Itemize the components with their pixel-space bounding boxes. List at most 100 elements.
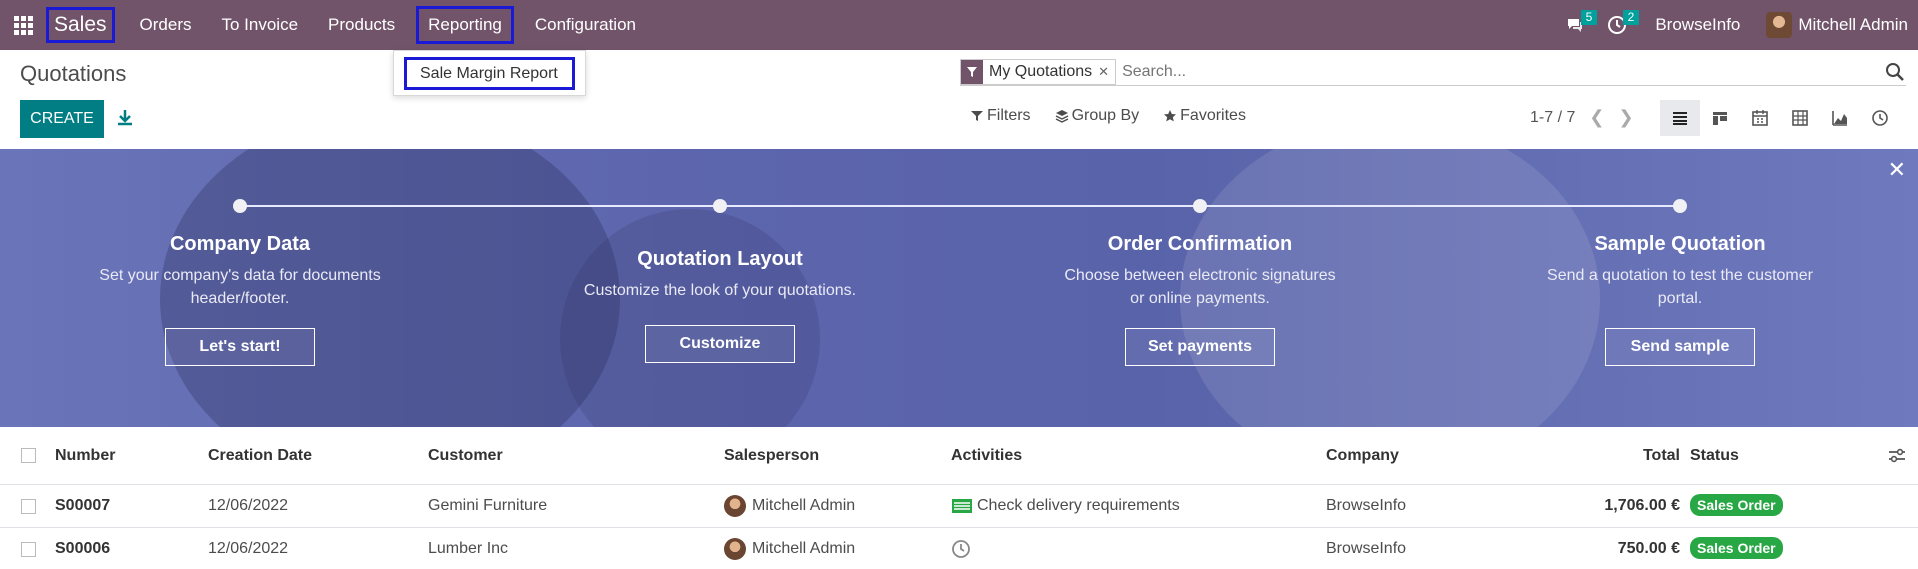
- page-title: Quotations: [20, 61, 127, 86]
- column-number[interactable]: Number: [55, 447, 115, 465]
- creation-date: 12/06/2022: [208, 540, 289, 557]
- activities-button[interactable]: 2: [1599, 0, 1640, 50]
- view-switcher: [1660, 100, 1900, 136]
- app-brand[interactable]: Sales: [46, 7, 115, 43]
- pivot-view-icon[interactable]: [1780, 100, 1820, 136]
- step-quotation-layout: Quotation Layout Customize the look of y…: [540, 248, 900, 302]
- salesperson-name: Mitchell Admin: [752, 540, 856, 557]
- facet-label: My Quotations: [989, 62, 1093, 80]
- row-checkbox[interactable]: [21, 498, 36, 514]
- step-text: Send a quotation to test the customer po…: [1547, 267, 1813, 307]
- row-checkbox[interactable]: [21, 541, 36, 557]
- star-icon: [1164, 110, 1177, 122]
- calendar-view-icon[interactable]: [1740, 100, 1780, 136]
- search-icon[interactable]: [1884, 61, 1906, 83]
- table-row[interactable]: S00007 12/06/2022 Gemini Furniture Mitch…: [0, 485, 1918, 528]
- pager-previous-icon[interactable]: ❮: [1589, 107, 1604, 128]
- column-total[interactable]: Total: [1643, 447, 1680, 465]
- activity-view-icon[interactable]: [1860, 100, 1900, 136]
- send-sample-button[interactable]: Send sample: [1605, 328, 1755, 366]
- filters-label: Filters: [987, 107, 1031, 124]
- step-title: Order Confirmation: [1107, 233, 1293, 255]
- step-order-confirmation: Order Confirmation Choose between electr…: [1020, 233, 1380, 310]
- step-company-data: Company Data Set your company's data for…: [60, 233, 420, 310]
- step-dot: [713, 199, 727, 213]
- user-avatar: [1766, 12, 1793, 38]
- table-header: Number Creation Date Customer Salesperso…: [0, 427, 1918, 485]
- activity-summary: Check delivery requirements: [977, 497, 1180, 514]
- column-activities[interactable]: Activities: [951, 447, 1022, 465]
- column-salesperson[interactable]: Salesperson: [724, 447, 819, 465]
- apps-menu-icon[interactable]: [0, 0, 46, 50]
- step-dot: [1673, 199, 1687, 213]
- favorites-label: Favorites: [1180, 107, 1246, 124]
- group-by-toggle[interactable]: Group By: [1055, 107, 1139, 125]
- company: BrowseInfo: [1326, 540, 1407, 557]
- truck-activity-icon: [952, 499, 972, 513]
- sale-margin-report-item[interactable]: Sale Margin Report: [404, 57, 575, 90]
- set-payments-button[interactable]: Set payments: [1125, 328, 1275, 366]
- step-dot: [1193, 199, 1207, 213]
- column-customer[interactable]: Customer: [428, 447, 503, 465]
- table-row[interactable]: S00006 12/06/2022 Lumber Inc Mitchell Ad…: [0, 528, 1918, 569]
- salesperson-avatar: [724, 495, 746, 517]
- select-all-checkbox[interactable]: [21, 448, 36, 463]
- status-badge: Sales Order: [1690, 494, 1783, 516]
- onboarding-banner: ✕ Company Data Set your company's data f…: [0, 149, 1918, 427]
- activity[interactable]: [951, 539, 971, 559]
- top-navbar: Sales Orders To Invoice Products Reporti…: [0, 0, 1918, 50]
- favorites-toggle[interactable]: Favorites: [1163, 107, 1246, 125]
- step-title: Quotation Layout: [637, 248, 803, 270]
- menu-reporting[interactable]: Reporting: [416, 6, 514, 44]
- menu-orders[interactable]: Orders: [131, 9, 201, 41]
- filters-toggle[interactable]: Filters: [970, 107, 1031, 125]
- optional-columns-icon[interactable]: [1888, 448, 1906, 464]
- menu-configuration[interactable]: Configuration: [526, 9, 645, 41]
- kanban-view-icon[interactable]: [1700, 100, 1740, 136]
- column-status[interactable]: Status: [1690, 447, 1739, 465]
- status-badge: Sales Order: [1690, 537, 1783, 559]
- clock-activity-icon[interactable]: [951, 539, 971, 559]
- customer: Gemini Furniture: [428, 497, 548, 514]
- step-dot: [233, 199, 247, 213]
- total: 1,706.00 €: [1604, 497, 1680, 514]
- menu-products[interactable]: Products: [319, 9, 404, 41]
- salesperson-avatar: [724, 538, 746, 560]
- company-switcher[interactable]: BrowseInfo: [1655, 15, 1740, 35]
- pager-next-icon[interactable]: ❯: [1618, 107, 1633, 128]
- status-label: Sales Order: [1690, 537, 1783, 559]
- activities-counter: 2: [1622, 10, 1640, 25]
- creation-date: 12/06/2022: [208, 497, 289, 514]
- step-sample-quotation: Sample Quotation Send a quotation to tes…: [1500, 233, 1860, 310]
- pager: 1-7 / 7 ❮ ❯: [1530, 107, 1634, 128]
- user-menu[interactable]: Mitchell Admin: [1766, 12, 1908, 38]
- search-bar: My Quotations ✕: [960, 58, 1906, 86]
- messages-button[interactable]: 5: [1557, 0, 1598, 50]
- create-button[interactable]: CREATE: [20, 100, 104, 138]
- salesperson: Mitchell Admin: [724, 495, 855, 517]
- messages-counter: 5: [1580, 10, 1598, 25]
- search-facet: My Quotations ✕: [960, 58, 1117, 85]
- step-title: Sample Quotation: [1594, 233, 1766, 255]
- graph-view-icon[interactable]: [1820, 100, 1860, 136]
- download-icon[interactable]: [114, 106, 136, 130]
- customize-button[interactable]: Customize: [645, 325, 795, 363]
- company: BrowseInfo: [1326, 497, 1407, 514]
- layers-icon: [1055, 110, 1068, 123]
- activity[interactable]: Check delivery requirements: [951, 497, 1180, 515]
- order-number: S00007: [55, 497, 111, 514]
- pager-value[interactable]: 1-7 / 7: [1530, 109, 1575, 127]
- search-input[interactable]: [1122, 58, 1878, 85]
- close-banner-icon[interactable]: ✕: [1888, 157, 1906, 183]
- lets-start-button[interactable]: Let's start!: [165, 328, 315, 366]
- column-company[interactable]: Company: [1326, 447, 1399, 465]
- facet-remove-icon[interactable]: ✕: [1096, 60, 1115, 84]
- customer: Lumber Inc: [428, 540, 509, 557]
- list-view-icon[interactable]: [1660, 100, 1700, 136]
- status-label: Sales Order: [1690, 494, 1783, 516]
- step-text: Set your company's data for documents he…: [99, 267, 381, 307]
- menu-to-invoice[interactable]: To Invoice: [213, 9, 308, 41]
- column-creation-date[interactable]: Creation Date: [208, 447, 312, 465]
- progress-line: [240, 205, 1680, 207]
- total: 750.00 €: [1617, 540, 1680, 557]
